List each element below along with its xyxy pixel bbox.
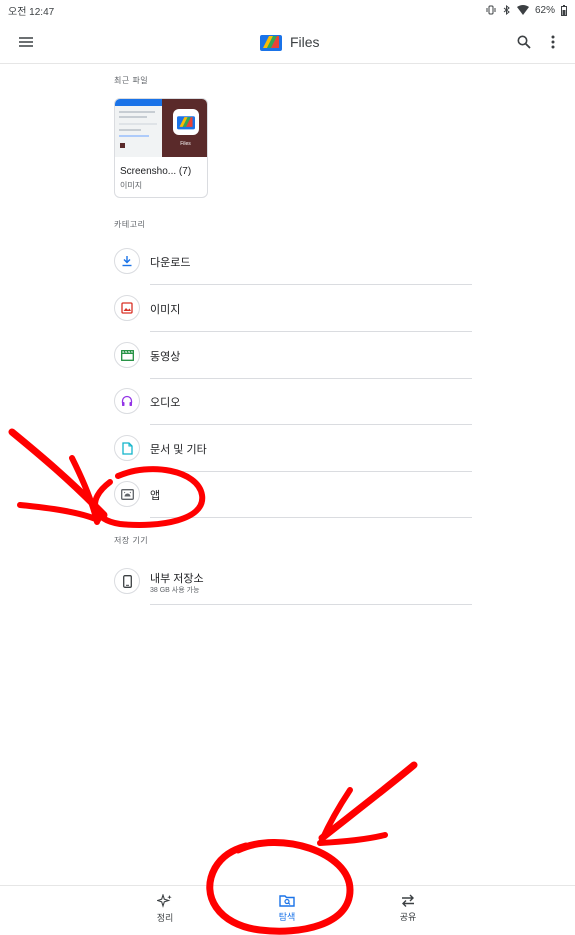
category-label: 다운로드	[150, 257, 191, 269]
files-logo-icon	[176, 116, 195, 130]
headphones-icon	[121, 395, 133, 406]
category-video[interactable]: 동영상	[114, 332, 472, 379]
storage-internal[interactable]: 내부 저장소 38 GB 사용 가능	[114, 558, 472, 605]
category-apps[interactable]: 앱	[114, 471, 472, 518]
divider	[150, 517, 472, 518]
category-label: 이미지	[150, 304, 181, 316]
document-icon	[121, 441, 133, 455]
status-bar: 오전 12:47 62%	[0, 0, 575, 20]
category-download[interactable]: 다운로드	[114, 238, 472, 285]
browse-icon	[279, 895, 295, 907]
category-label: 동영상	[150, 351, 181, 363]
category-images[interactable]: 이미지	[114, 285, 472, 332]
recent-file-name: Screensho... (7)	[120, 166, 192, 177]
more-options-button[interactable]	[543, 30, 563, 54]
nav-label: 탐색	[278, 912, 296, 922]
storage-icon-wrap	[114, 568, 140, 594]
thumbnail-label: Files	[180, 141, 191, 147]
bluetooth-icon	[503, 5, 510, 15]
category-label: 문서 및 기타	[150, 444, 207, 456]
categories-section-label: 카테고리	[114, 220, 146, 229]
annotation-arrow-apps	[8, 428, 108, 519]
annotation-arrow-browse	[318, 761, 418, 842]
swap-icon	[402, 894, 414, 907]
search-button[interactable]	[512, 30, 536, 54]
app-title-group: Files	[260, 30, 320, 54]
nav-label: 공유	[399, 912, 417, 922]
nav-share[interactable]: 공유	[378, 894, 438, 923]
category-icon-wrap	[114, 481, 140, 507]
status-time: 오전 12:47	[8, 6, 55, 18]
image-icon	[121, 302, 133, 314]
android-icon	[120, 488, 134, 500]
recent-section-label: 최근 파일	[114, 76, 149, 85]
sparkle-icon	[157, 894, 172, 908]
category-icon-wrap	[114, 295, 140, 321]
more-vert-icon	[551, 35, 555, 49]
search-icon	[517, 35, 531, 49]
battery-level: 62%	[534, 4, 555, 16]
phone-icon	[122, 574, 132, 588]
divider	[150, 604, 472, 605]
category-icon-wrap	[114, 342, 140, 368]
files-logo-icon	[260, 35, 282, 51]
status-icons: 62%	[485, 4, 567, 16]
bottom-navigation: 정리 탐색 공유	[0, 885, 575, 935]
app-title: Files	[290, 34, 320, 50]
storage-label: 내부 저장소	[150, 573, 204, 585]
category-icon-wrap	[114, 388, 140, 414]
thumbnail-app-preview: Files	[162, 99, 207, 157]
category-icon-wrap	[114, 435, 140, 461]
recent-file-thumbnail: Files	[115, 99, 207, 157]
recent-file-type: 이미지	[120, 181, 143, 190]
storage-free-space: 38 GB 사용 가능	[150, 587, 200, 594]
thumbnail-screenshot-preview	[115, 99, 162, 157]
storage-section-label: 저장 기기	[114, 536, 149, 545]
category-icon-wrap	[114, 248, 140, 274]
wifi-icon	[516, 5, 529, 15]
video-icon	[120, 349, 134, 361]
nav-label: 정리	[156, 913, 174, 923]
nav-browse[interactable]: 탐색	[257, 894, 317, 923]
vibrate-icon	[486, 5, 496, 15]
category-documents[interactable]: 문서 및 기타	[114, 425, 472, 472]
download-icon	[122, 256, 132, 267]
category-label: 오디오	[150, 397, 181, 409]
app-bar: Files	[0, 20, 575, 64]
category-audio[interactable]: 오디오	[114, 378, 472, 425]
category-label: 앱	[150, 490, 161, 502]
recent-file-card[interactable]: Files Screensho... (7) 이미지	[114, 98, 208, 198]
hamburger-icon	[19, 37, 33, 47]
nav-clean[interactable]: 정리	[135, 894, 195, 924]
battery-icon	[561, 4, 567, 16]
menu-button[interactable]	[14, 30, 38, 54]
